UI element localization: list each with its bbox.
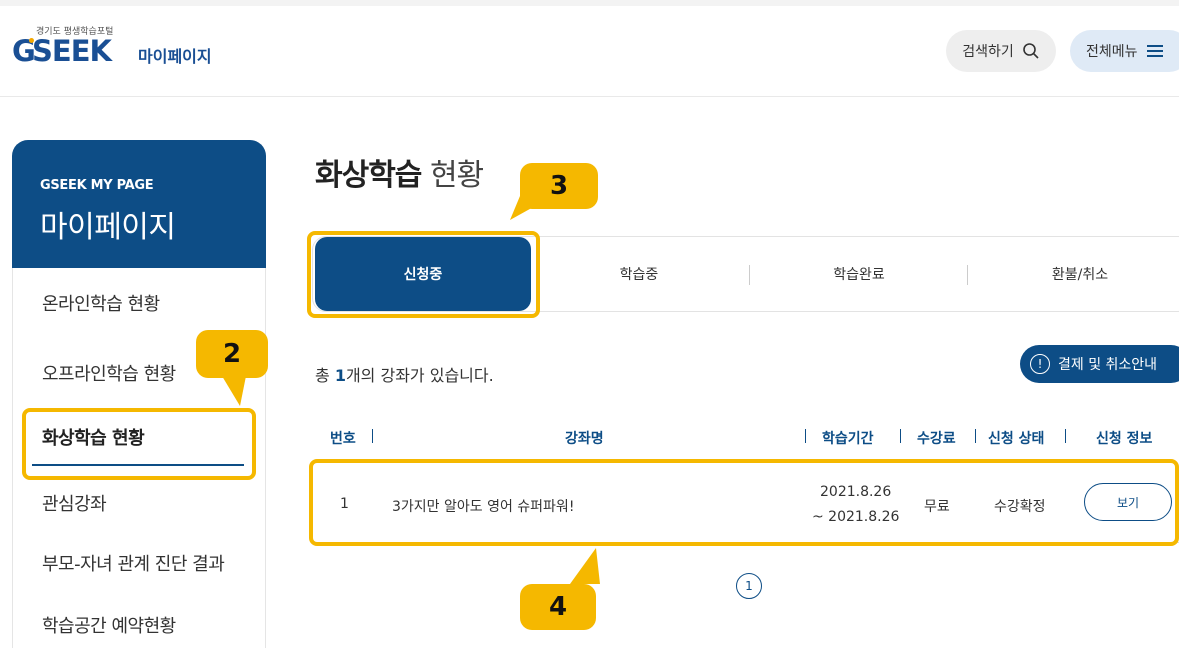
sidebar-subtitle: GSEEK MY PAGE — [40, 178, 154, 193]
payment-cancel-info-label: 결제 및 취소안내 — [1058, 357, 1158, 373]
annotation-pointer-2 — [222, 376, 246, 406]
col-status: 신청 상태 — [988, 431, 1045, 447]
col-divider — [900, 429, 901, 443]
col-fee: 수강료 — [917, 431, 956, 447]
sidebar-title: 마이페이지 — [40, 210, 176, 245]
payment-cancel-info-button[interactable]: ! 결제 및 취소안내 — [1020, 345, 1179, 383]
course-count: 총 1개의 강좌가 있습니다. — [315, 362, 494, 386]
tab-completed[interactable]: 학습완료 — [751, 237, 967, 311]
site-header: 경기도 평생학습포털 G SEEK 마이페이지 검색하기 전체메뉴 — [0, 6, 1179, 97]
sidebar-item-parent-child[interactable]: 부모-자녀 관계 진단 결과 — [42, 550, 225, 576]
search-button-label: 검색하기 — [962, 44, 1014, 60]
annotation-pointer-3 — [510, 196, 546, 220]
col-divider — [975, 429, 976, 443]
col-divider — [372, 429, 373, 443]
sidebar-item-online[interactable]: 온라인학습 현황 — [42, 290, 160, 316]
col-course-name: 강좌명 — [565, 431, 604, 447]
count-suffix: 개의 강좌가 있습니다. — [345, 366, 494, 385]
tab-refund[interactable]: 환불/취소 — [969, 237, 1179, 311]
col-info: 신청 정보 — [1096, 431, 1153, 447]
annotation-box-tab — [307, 231, 540, 318]
annotation-box-sidebar — [22, 408, 256, 480]
all-menu-label: 전체메뉴 — [1086, 44, 1138, 60]
page-button[interactable]: 1 — [736, 573, 762, 599]
sidebar-item-offline[interactable]: 오프라인학습 현황 — [42, 360, 176, 386]
tab-divider — [749, 265, 750, 285]
logo-mypage-label: 마이페이지 — [138, 47, 212, 66]
annotation-badge-4: 4 — [520, 584, 596, 630]
logo-wordmark: SEEK — [32, 34, 112, 68]
annotation-box-row — [309, 459, 1179, 546]
annotation-badge-2: 2 — [196, 330, 268, 378]
col-divider — [1065, 429, 1066, 443]
page-title-bold: 화상학습 — [315, 158, 422, 193]
col-number: 번호 — [330, 431, 356, 447]
annotation-pointer-4 — [570, 548, 600, 584]
count-prefix: 총 — [315, 366, 335, 385]
page-title: 화상학습 현황 — [315, 150, 484, 194]
sidebar-item-favorites[interactable]: 관심강좌 — [42, 490, 107, 516]
sidebar-item-space-reservation[interactable]: 학습공간 예약현황 — [42, 612, 176, 638]
search-button[interactable]: 검색하기 — [946, 30, 1056, 72]
exclamation-icon: ! — [1030, 354, 1050, 374]
col-divider — [805, 429, 806, 443]
hamburger-icon — [1146, 45, 1163, 57]
page-title-light: 현황 — [429, 158, 484, 193]
sidebar-header: GSEEK MY PAGE 마이페이지 — [12, 140, 266, 268]
table-header: 번호 강좌명 학습기간 수강료 신청 상태 신청 정보 — [312, 418, 1179, 454]
col-period: 학습기간 — [822, 431, 874, 447]
all-menu-button[interactable]: 전체메뉴 — [1070, 30, 1179, 72]
search-icon — [1022, 43, 1039, 59]
count-number: 1 — [334, 366, 346, 385]
tab-studying[interactable]: 학습중 — [531, 237, 747, 311]
tab-divider — [967, 265, 968, 285]
